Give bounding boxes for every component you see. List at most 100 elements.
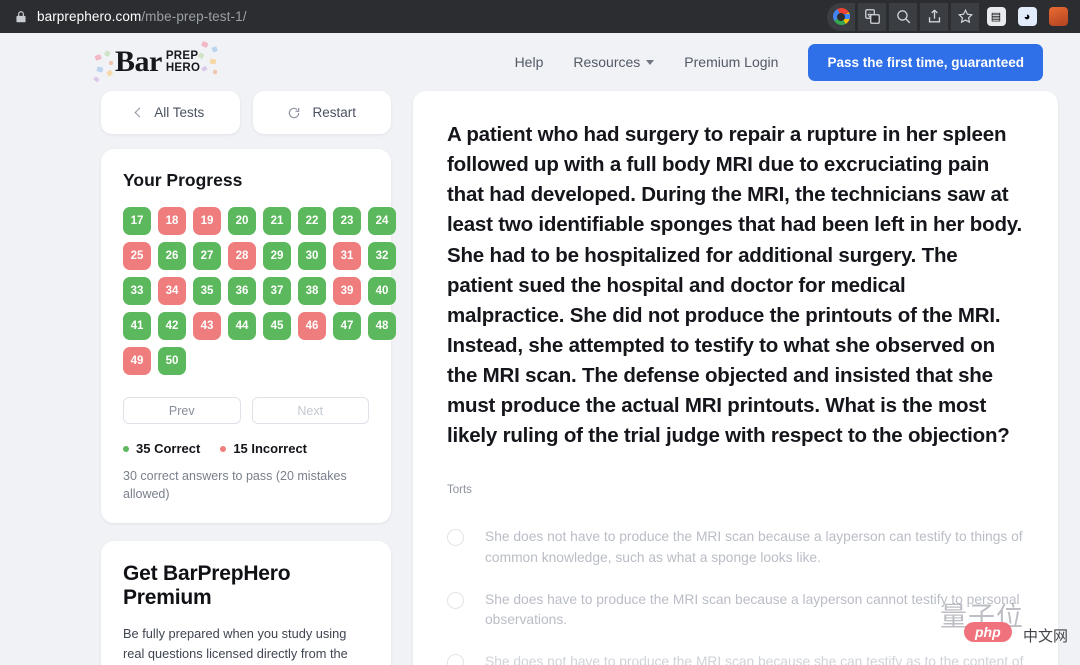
answer-option-text: She does not have to produce the MRI sca…: [485, 529, 1023, 566]
question-cell[interactable]: 46: [298, 312, 326, 340]
question-cell[interactable]: 24: [368, 207, 396, 235]
logo-word-prephero: PREP HERO: [166, 50, 200, 74]
progress-title: Your Progress: [123, 170, 243, 190]
question-cell[interactable]: 26: [158, 242, 186, 270]
question-cell[interactable]: 25: [123, 242, 151, 270]
question-cell[interactable]: 49: [123, 347, 151, 375]
question-cell[interactable]: 48: [368, 312, 396, 340]
question-cell[interactable]: 23: [333, 207, 361, 235]
restart-label: Restart: [312, 105, 356, 120]
question-cell[interactable]: 42: [158, 312, 186, 340]
premium-title: Get BarPrepHero Premium: [123, 562, 291, 610]
logo-line-hero: HERO: [165, 62, 201, 74]
page-body: Bar PREP HERO Help Resources Premium Log…: [0, 33, 1080, 665]
legend-correct: 35 Correct: [123, 441, 200, 456]
question-card: A patient who had surgery to repair a ru…: [413, 91, 1058, 665]
question-grid: 17 18 19 20 21 22 23 24 25 26 27 28 29 30 31 32 33 34 35 36…: [123, 207, 396, 375]
answer-option-text: She does have to produce the MRI scan be…: [485, 591, 1020, 628]
question-cell[interactable]: 18: [158, 207, 186, 235]
question-cell[interactable]: 35: [193, 277, 221, 305]
radio-icon[interactable]: [447, 591, 464, 609]
question-cell[interactable]: 32: [368, 242, 396, 270]
browser-actions: ▤ ◕: [827, 2, 1072, 31]
extension-notes-icon[interactable]: ▤: [982, 3, 1010, 31]
question-cell[interactable]: 37: [263, 277, 291, 305]
restart-button[interactable]: Restart: [252, 91, 391, 134]
browser-toolbar: barprephero.com/mbe-prep-test-1/ ▤ ◕: [0, 0, 1080, 33]
restart-icon: [289, 107, 300, 118]
sidebar: All Tests Restart Your Progress 17 18 19 20…: [101, 91, 396, 665]
radio-icon[interactable]: [447, 529, 464, 547]
answer-option[interactable]: She does not have to produce the MRI sca…: [447, 643, 1024, 665]
premium-paragraph-1: Be fully prepared when you study using r…: [123, 626, 348, 661]
question-category-label: Torts: [447, 484, 472, 497]
incorrect-dot-icon: [220, 445, 227, 452]
question-cell[interactable]: 34: [158, 277, 186, 305]
next-button[interactable]: Next: [251, 397, 369, 424]
prev-button[interactable]: Prev: [123, 397, 241, 424]
answer-option[interactable]: She does not have to produce the MRI sca…: [447, 518, 1024, 580]
main-content: A patient who had surgery to repair a ru…: [413, 91, 1058, 665]
confetti-right-icon: [198, 41, 218, 75]
question-cell[interactable]: 45: [263, 312, 291, 340]
question-pager: Prev Next: [123, 397, 369, 424]
question-cell[interactable]: 17: [123, 207, 151, 235]
all-tests-button[interactable]: All Tests: [101, 91, 240, 134]
site-header: Bar PREP HERO Help Resources Premium Log…: [0, 33, 1080, 91]
translate-icon[interactable]: [858, 2, 886, 31]
lock-icon: [16, 10, 26, 22]
correct-count-label: 35 Correct: [136, 441, 201, 456]
nav-item-help[interactable]: Help: [515, 54, 544, 70]
question-cell[interactable]: 41: [123, 312, 151, 340]
question-cell[interactable]: 33: [123, 277, 151, 305]
correct-dot-icon: [123, 445, 129, 452]
extension-fox-icon[interactable]: [1044, 3, 1072, 31]
bookmark-star-icon[interactable]: [951, 2, 979, 31]
question-cell[interactable]: 36: [228, 277, 256, 305]
answer-option-text: She does not have to produce the MRI sca…: [485, 654, 1024, 665]
extension-clock-icon[interactable]: ◕: [1013, 3, 1041, 31]
main-nav: Help Resources Premium Login Pass the fi…: [515, 43, 1043, 81]
answer-options: She does not have to produce the MRI sca…: [447, 518, 1024, 665]
question-cell[interactable]: 47: [333, 312, 361, 340]
question-cell[interactable]: 40: [368, 277, 396, 305]
question-cell[interactable]: 38: [298, 277, 326, 305]
test-toolbar: All Tests Restart: [101, 91, 391, 134]
url-domain: barprephero.com: [37, 9, 142, 24]
radio-icon[interactable]: [447, 654, 464, 665]
logo-line-prep: PREP: [165, 49, 199, 62]
question-cell[interactable]: 21: [263, 207, 291, 235]
question-cell[interactable]: 27: [193, 242, 221, 270]
google-icon[interactable]: [827, 2, 855, 31]
legend-incorrect: 15 Incorrect: [220, 441, 307, 456]
pass-requirement-text: 30 correct answers to pass (20 mistakes …: [123, 469, 347, 502]
question-cell[interactable]: 28: [228, 242, 256, 270]
premium-card: Get BarPrepHero Premium Be fully prepare…: [101, 541, 391, 665]
question-cell[interactable]: 22: [298, 207, 326, 235]
pass-guarantee-cta-button[interactable]: Pass the first time, guaranteed: [808, 43, 1043, 81]
incorrect-count-label: 15 Incorrect: [233, 441, 308, 456]
chevron-left-icon: [134, 107, 145, 118]
chevron-down-icon: [646, 59, 655, 65]
address-bar[interactable]: barprephero.com/mbe-prep-test-1/: [37, 9, 247, 24]
score-legend: 35 Correct 15 Incorrect: [123, 441, 369, 456]
question-cell[interactable]: 29: [263, 242, 291, 270]
answer-option[interactable]: She does have to produce the MRI scan be…: [447, 581, 1024, 643]
site-logo[interactable]: Bar PREP HERO: [93, 41, 218, 83]
all-tests-label: All Tests: [154, 105, 205, 120]
question-cell[interactable]: 31: [333, 242, 361, 270]
share-icon[interactable]: [920, 2, 948, 31]
nav-item-premium-login[interactable]: Premium Login: [684, 54, 778, 70]
question-cell[interactable]: 43: [193, 312, 221, 340]
search-icon[interactable]: [889, 2, 917, 31]
url-path: /mbe-prep-test-1/: [141, 9, 247, 24]
nav-item-resources[interactable]: Resources: [573, 54, 655, 70]
logo-word-bar: Bar: [115, 45, 162, 78]
question-text: A patient who had surgery to repair a ru…: [447, 123, 1022, 448]
question-cell[interactable]: 20: [228, 207, 256, 235]
question-cell[interactable]: 39: [333, 277, 361, 305]
question-cell[interactable]: 30: [298, 242, 326, 270]
question-cell[interactable]: 44: [228, 312, 256, 340]
question-cell[interactable]: 50: [158, 347, 186, 375]
question-cell[interactable]: 19: [193, 207, 221, 235]
